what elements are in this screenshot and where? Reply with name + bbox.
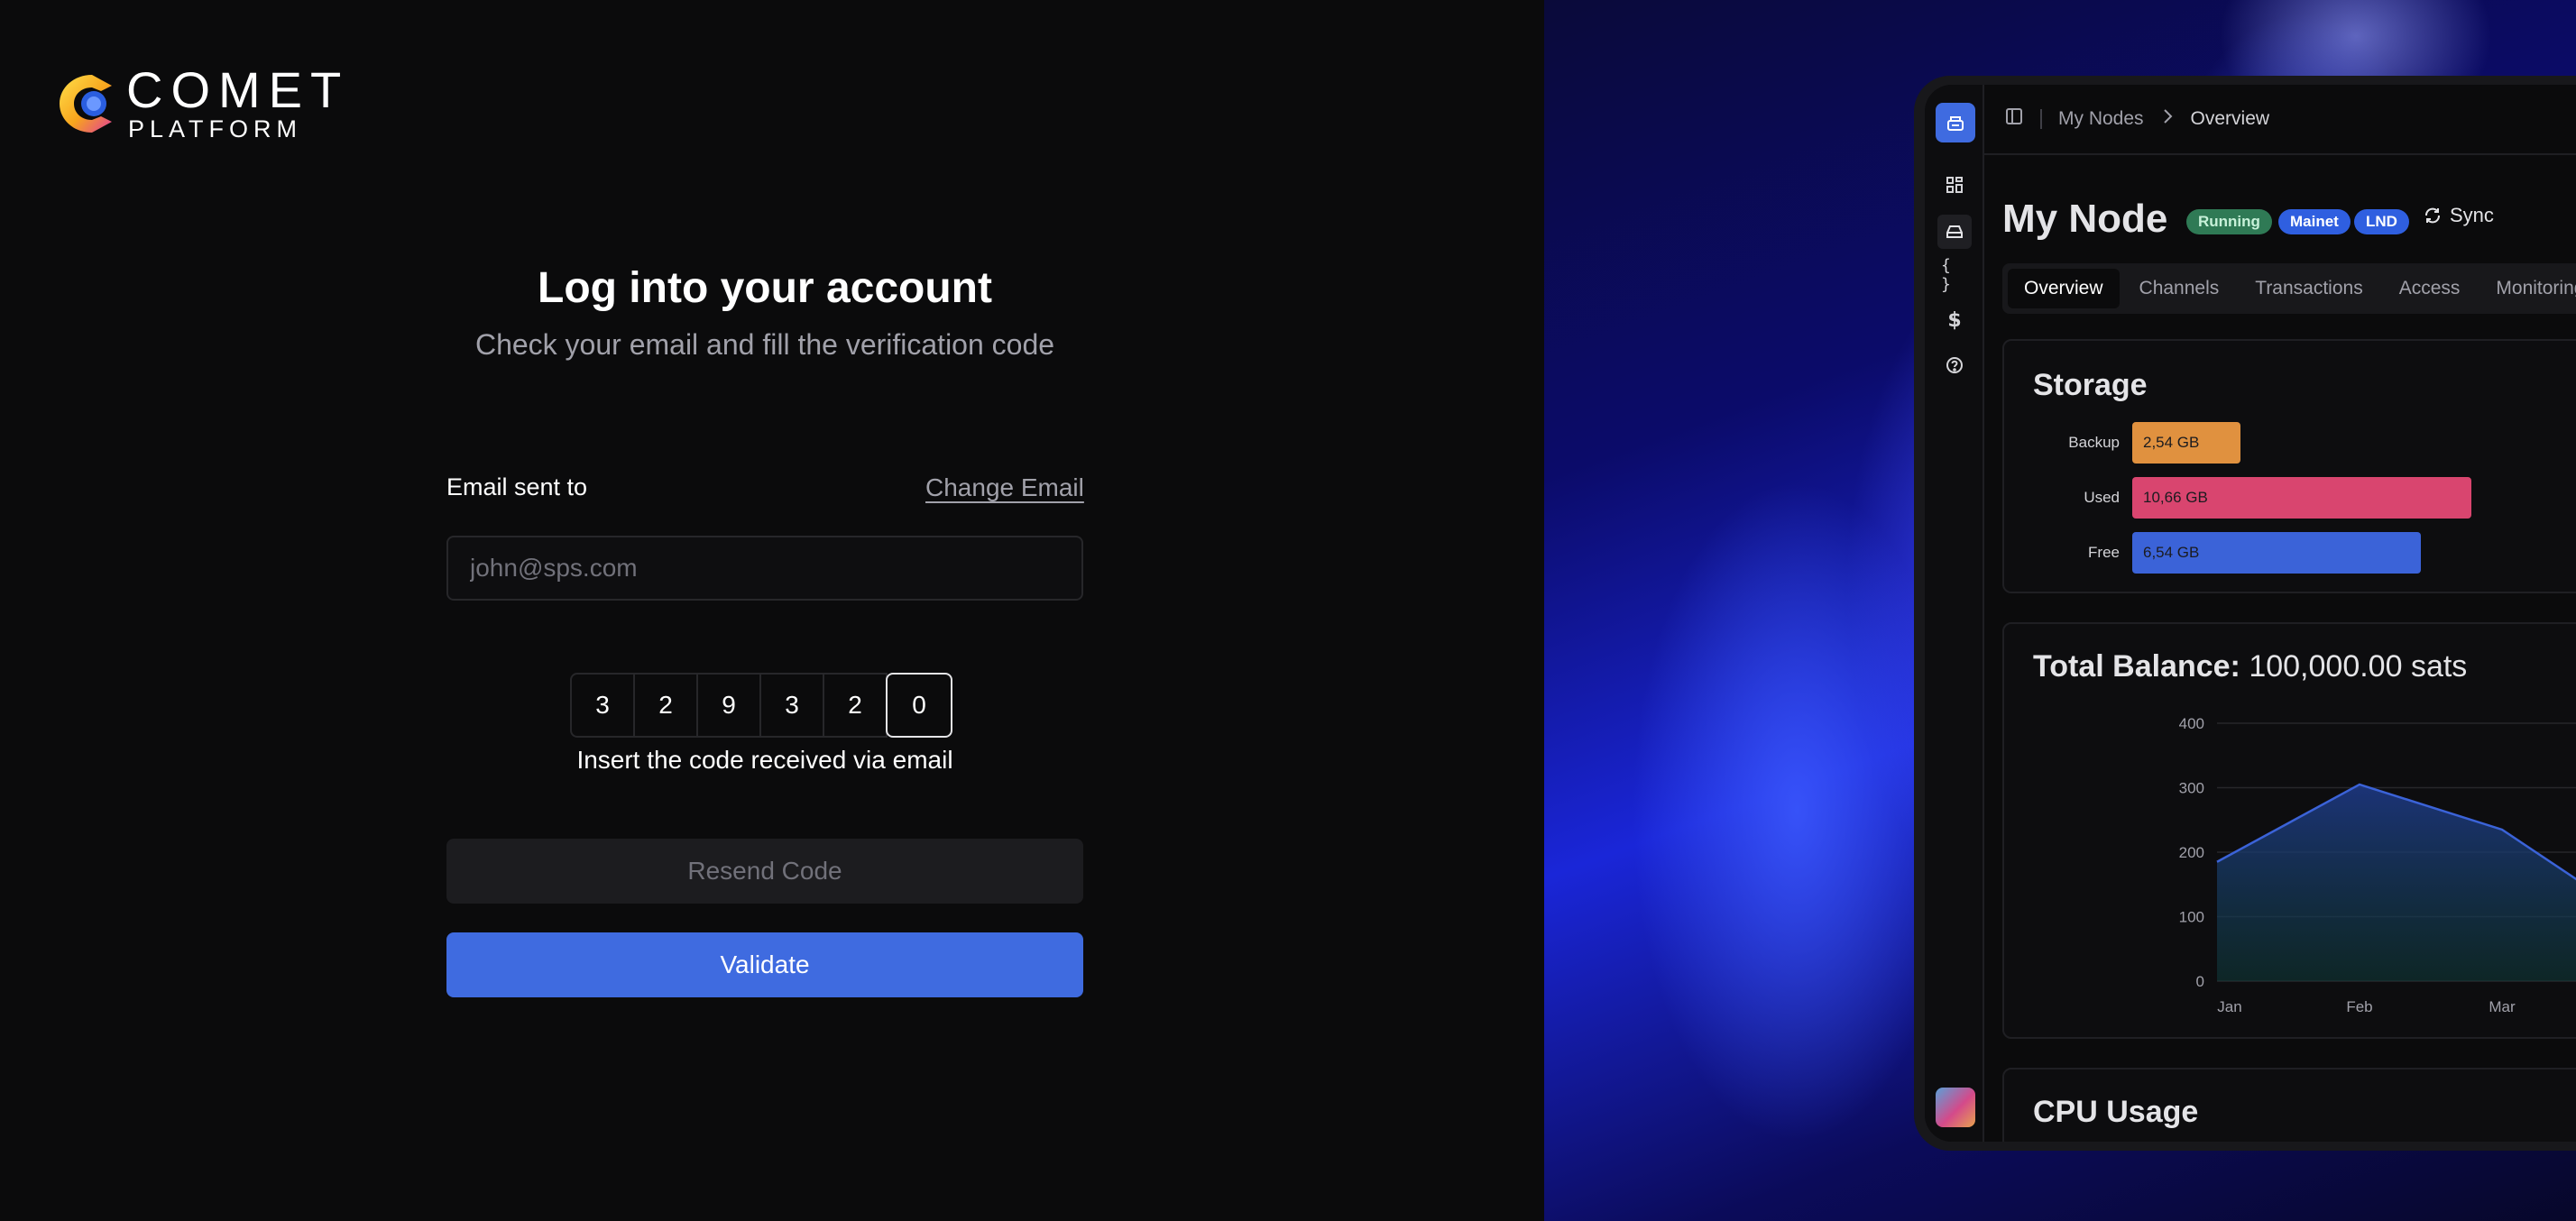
change-email-link[interactable]: Change Email	[925, 473, 1084, 502]
brand-logo: COMET PLATFORM	[56, 65, 349, 142]
comet-logo-icon	[56, 69, 115, 138]
storage-row-backup: Backup 2,54 GB	[2004, 422, 2240, 464]
storage-label: Backup	[2068, 434, 2120, 451]
tab-transactions[interactable]: Transactions	[2239, 269, 2378, 308]
breadcrumb: My Nodes Overview	[1984, 85, 2576, 155]
cpu-title: CPU Usage	[2033, 1095, 2199, 1129]
dashboard-icon[interactable]	[1941, 171, 1968, 198]
y-tick-label: 200	[2179, 844, 2204, 861]
network-badge: Mainet	[2278, 209, 2351, 234]
side-rail: { } $	[1925, 85, 1984, 1142]
status-badge-running: Running	[2186, 209, 2272, 234]
balance-chart: 0 100 200 300 400 Jan Feb Mar	[2179, 715, 2576, 1015]
code-digit[interactable]: 3	[759, 673, 824, 738]
storage-title: Storage	[2033, 368, 2148, 402]
node-tabs: Overview Channels Transactions Access Mo…	[2002, 263, 2576, 314]
y-tick-label: 400	[2179, 715, 2204, 732]
breadcrumb-overview: Overview	[2190, 108, 2270, 129]
email-label: Email sent to	[446, 473, 588, 500]
sync-label: Sync	[2450, 204, 2494, 226]
brand-title: COMET	[126, 61, 350, 118]
tab-monitoring[interactable]: Monitoring	[2479, 269, 2576, 308]
refresh-icon	[2425, 207, 2440, 224]
email-field[interactable]	[446, 536, 1083, 601]
page-title: Log into your account	[538, 264, 992, 312]
storage-card: Storage Backup 2,54 GB Used 10,66 GB Fre…	[2002, 339, 2576, 593]
breadcrumb-my-nodes[interactable]: My Nodes	[2058, 108, 2144, 130]
resend-code-button[interactable]: Resend Code	[446, 839, 1083, 904]
device-mockup: { } $ My Nodes Overview My Node Running …	[1914, 76, 2576, 1151]
storage-row-used: Used 10,66 GB	[2004, 477, 2471, 519]
app-logo-icon[interactable]	[1936, 103, 1975, 142]
x-tick-label: Feb	[2346, 998, 2372, 1015]
sidebar-toggle-icon[interactable]	[2004, 106, 2024, 132]
storage-bar-free: 6,54 GB	[2132, 532, 2421, 574]
help-icon[interactable]	[1941, 352, 1968, 379]
y-tick-label: 100	[2179, 909, 2204, 926]
balance-card: Total Balance: 100,000.00 sats 0 100 200 30…	[2002, 622, 2576, 1039]
implementation-badge: LND	[2354, 209, 2409, 234]
code-braces-icon[interactable]: { }	[1941, 256, 1968, 294]
nodes-icon[interactable]	[1937, 215, 1972, 249]
page-subtitle: Check your email and fill the verificati…	[474, 328, 1055, 361]
app-preview-panel: { } $ My Nodes Overview My Node Running …	[1544, 0, 2576, 1221]
login-panel: COMET PLATFORM Log into your account Che…	[0, 0, 1544, 1221]
storage-label: Free	[2088, 544, 2120, 561]
storage-row-free: Free 6,54 GB	[2004, 532, 2421, 574]
validate-button[interactable]: Validate	[446, 932, 1083, 997]
billing-dollar-icon[interactable]: $	[1941, 307, 1968, 334]
y-tick-label: 0	[2196, 973, 2204, 990]
sync-button[interactable]: Sync	[2423, 204, 2494, 227]
brand-subtitle: PLATFORM	[128, 115, 303, 142]
tab-overview[interactable]: Overview	[2008, 269, 2120, 308]
storage-bar-used: 10,66 GB	[2132, 477, 2471, 519]
avatar[interactable]	[1936, 1088, 1975, 1127]
storage-bar-backup: 2,54 GB	[2132, 422, 2240, 464]
divider	[2040, 109, 2042, 129]
app-preview: { } $ My Nodes Overview My Node Running …	[1925, 85, 2576, 1142]
x-tick-label: Jan	[2217, 998, 2241, 1015]
tab-channels[interactable]: Channels	[2123, 269, 2236, 308]
code-hint: Insert the code received via email	[576, 746, 953, 774]
x-tick-label: Mar	[2489, 998, 2516, 1015]
tab-access[interactable]: Access	[2383, 269, 2477, 308]
code-digit-active[interactable]: 0	[886, 673, 952, 738]
chevron-right-icon	[2160, 106, 2175, 132]
code-digit[interactable]: 2	[823, 673, 888, 738]
code-digit[interactable]: 9	[696, 673, 761, 738]
verification-code-input[interactable]: 3 2 9 3 2 0	[570, 673, 952, 738]
node-title: My Node	[2002, 197, 2168, 241]
code-digit[interactable]: 2	[633, 673, 698, 738]
storage-label: Used	[2084, 489, 2120, 506]
balance-area	[2217, 784, 2576, 981]
y-tick-label: 300	[2179, 780, 2204, 797]
code-digit[interactable]: 3	[570, 673, 635, 738]
cpu-card: CPU Usage	[2002, 1068, 2576, 1142]
